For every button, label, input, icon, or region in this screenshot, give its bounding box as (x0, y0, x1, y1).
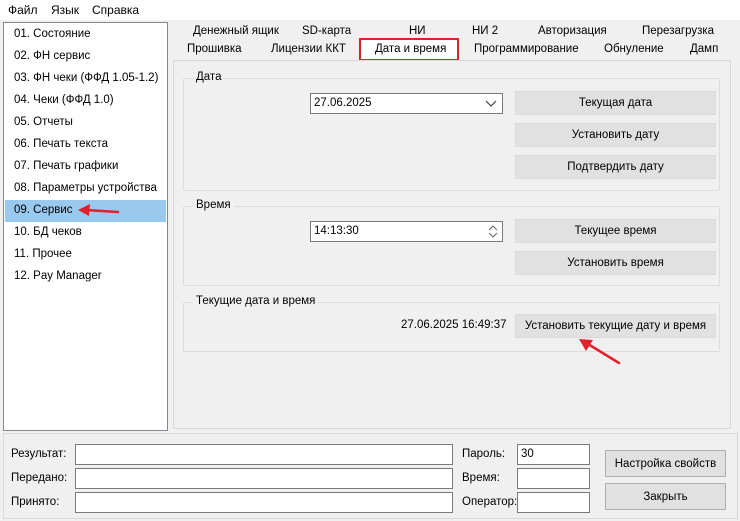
time-group-title: Время (193, 199, 234, 211)
tab-reset[interactable]: Обнуление (604, 43, 664, 55)
sidebar-item-reports[interactable]: 05. Отчеты (5, 112, 166, 134)
set-current-datetime-button[interactable]: Установить текущие дату и время (515, 314, 716, 338)
chevron-down-icon[interactable] (484, 96, 498, 113)
sidebar-item-receipts-db[interactable]: 10. БД чеков (5, 222, 166, 244)
time-input[interactable]: 14:13:30 (310, 221, 503, 242)
result-label: Результат: (11, 448, 67, 460)
menu-bar: Файл Язык Справка (0, 0, 740, 20)
menu-language[interactable]: Язык (51, 3, 79, 17)
received-label: Принято: (11, 496, 60, 508)
received-field[interactable] (75, 492, 453, 513)
tab-cash-drawer[interactable]: Денежный ящик (193, 25, 279, 37)
tab-reboot[interactable]: Перезагрузка (642, 25, 714, 37)
sidebar-item-fn-service[interactable]: 02. ФН сервис (5, 46, 166, 68)
operator-label: Оператор: (462, 496, 518, 508)
tab-date-time[interactable]: Дата и время (375, 43, 446, 55)
sent-field[interactable] (75, 468, 453, 489)
tab-sd-card[interactable]: SD-карта (302, 25, 351, 37)
sidebar-item-service[interactable]: 09. Сервис (5, 200, 166, 222)
set-date-button[interactable]: Установить дату (515, 123, 716, 147)
date-group-title: Дата (193, 71, 225, 83)
sidebar-list[interactable]: 01. Состояние 02. ФН сервис 03. ФН чеки … (3, 22, 168, 431)
current-date-button[interactable]: Текущая дата (515, 91, 716, 115)
sidebar-item-other[interactable]: 11. Прочее (5, 244, 166, 266)
tab-ni2[interactable]: НИ 2 (472, 25, 498, 37)
tab-ni[interactable]: НИ (409, 25, 426, 37)
password-label: Пароль: (462, 448, 506, 460)
date-picker[interactable]: 27.06.2025 (310, 93, 503, 114)
sidebar-item-receipts[interactable]: 04. Чеки (ФФД 1.0) (5, 90, 166, 112)
sidebar-item-fn-receipts[interactable]: 03. ФН чеки (ФФД 1.05-1.2) (5, 68, 166, 90)
sent-label: Передано: (11, 472, 68, 484)
time-value: 14:13:30 (314, 225, 359, 237)
tab-licenses[interactable]: Лицензии ККТ (271, 43, 346, 55)
time-field[interactable] (517, 468, 590, 489)
menu-file[interactable]: Файл (8, 3, 38, 17)
current-datetime-value: 27.06.2025 16:49:37 (401, 319, 507, 331)
result-field[interactable] (75, 444, 453, 465)
settings-button[interactable]: Настройка свойств (605, 450, 726, 477)
sidebar-item-status[interactable]: 01. Состояние (5, 24, 166, 46)
current-time-button[interactable]: Текущее время (515, 219, 716, 243)
tab-dump[interactable]: Дамп (690, 43, 718, 55)
sidebar-item-print-text[interactable]: 06. Печать текста (5, 134, 166, 156)
sidebar-item-device-params[interactable]: 08. Параметры устройства (5, 178, 166, 200)
tab-programming[interactable]: Программирование (474, 43, 579, 55)
password-field[interactable]: 30 (517, 444, 590, 465)
current-datetime-title: Текущие дата и время (193, 295, 319, 307)
menu-help[interactable]: Справка (92, 3, 139, 17)
time-label: Время: (462, 472, 500, 484)
confirm-date-button[interactable]: Подтвердить дату (515, 155, 716, 179)
operator-field[interactable] (517, 492, 590, 513)
sidebar-item-pay-manager[interactable]: 12. Pay Manager (5, 266, 166, 288)
tab-authorization[interactable]: Авторизация (538, 25, 607, 37)
spinner-icon[interactable] (487, 223, 499, 243)
sidebar-item-print-graphics[interactable]: 07. Печать графики (5, 156, 166, 178)
tab-firmware[interactable]: Прошивка (187, 43, 242, 55)
set-time-button[interactable]: Установить время (515, 251, 716, 275)
close-button[interactable]: Закрыть (605, 483, 726, 510)
date-value: 27.06.2025 (314, 97, 372, 109)
